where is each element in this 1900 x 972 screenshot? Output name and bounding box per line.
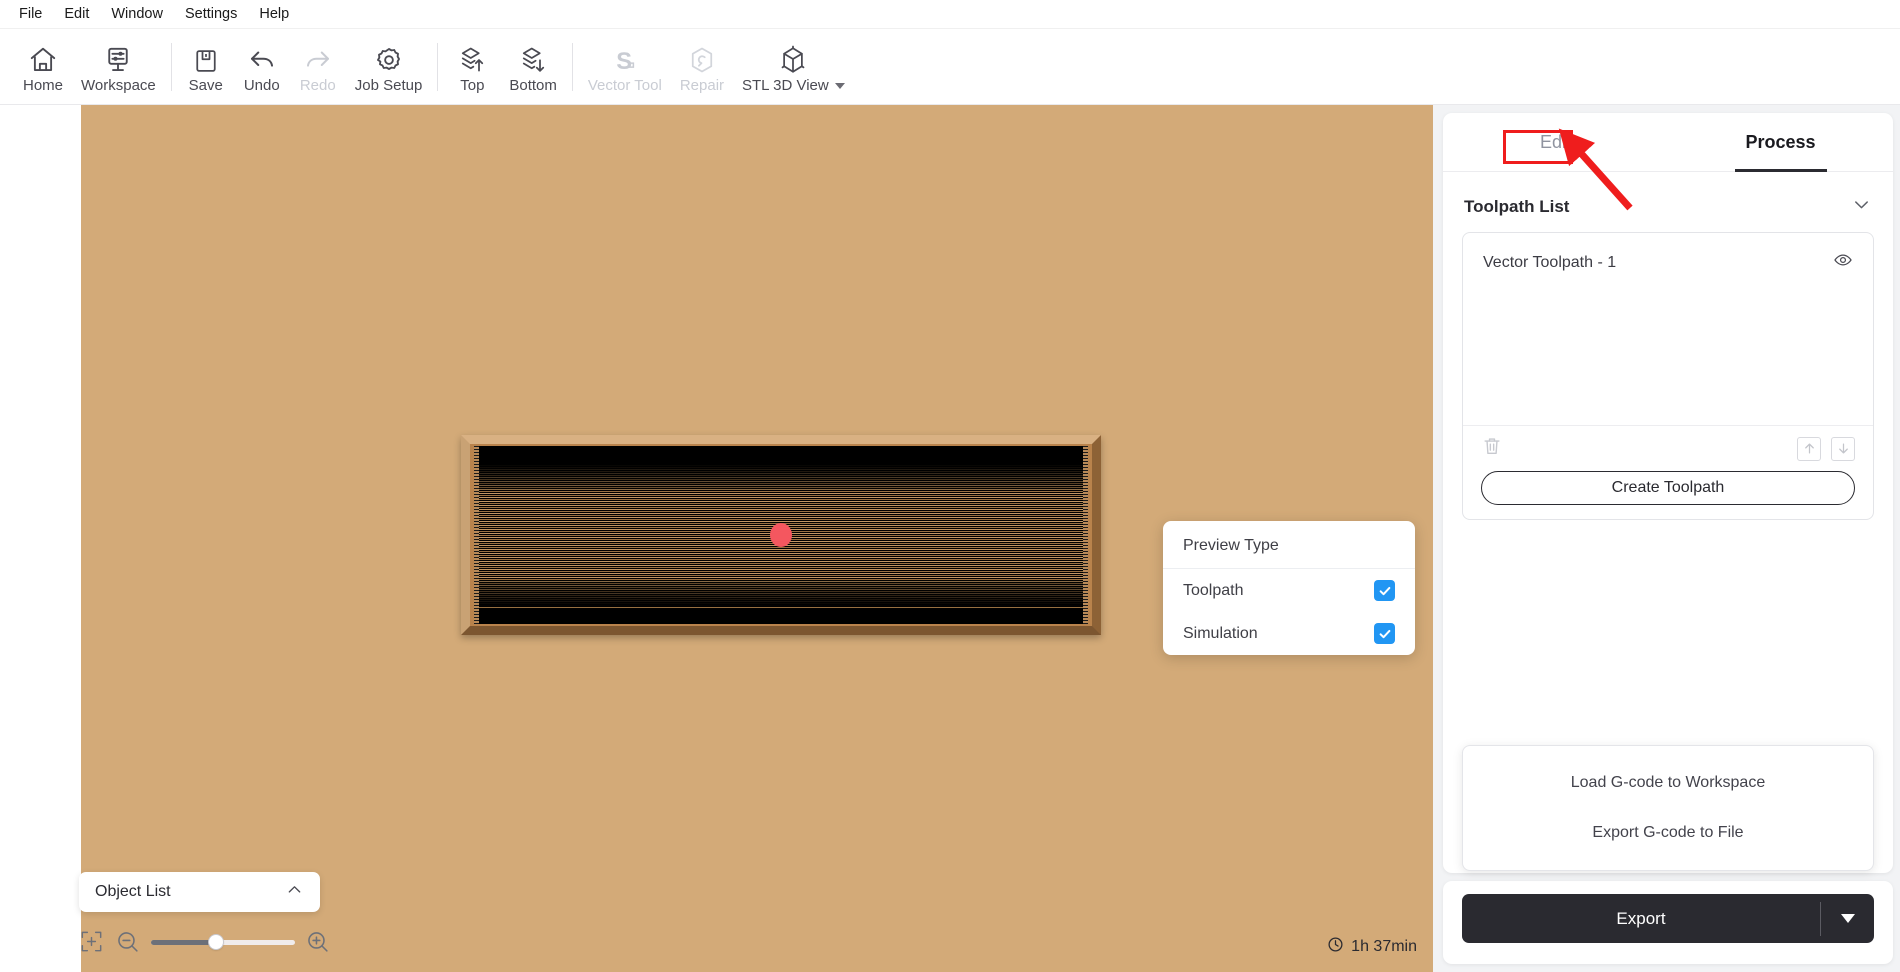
toolbar-bottom-label: Bottom: [509, 78, 557, 93]
application-window: File Edit Window Settings Help Home: [0, 0, 1900, 972]
undo-arrow-icon: [247, 41, 277, 75]
toolbar-bottom-button[interactable]: Bottom: [500, 34, 566, 100]
fit-to-screen-icon[interactable]: [79, 929, 105, 955]
eye-icon[interactable]: [1833, 250, 1853, 275]
arrow-up-icon[interactable]: [1797, 437, 1821, 461]
chevron-up-icon[interactable]: [285, 880, 304, 904]
toolbar-top-label: Top: [460, 78, 484, 93]
estimated-time-text: 1h 37min: [1351, 938, 1417, 956]
load-gcode-to-workspace-item[interactable]: Load G-code to Workspace: [1463, 758, 1873, 808]
toolbar-repair-button[interactable]: Repair: [671, 34, 733, 100]
home-icon: [28, 41, 58, 75]
toolbar-stl-3d-view-button[interactable]: STL 3D View: [733, 34, 854, 100]
gear-icon: [374, 41, 404, 75]
toolbar-redo-label: Redo: [300, 78, 336, 93]
workpiece-frame: [461, 435, 1101, 635]
zoom-out-icon[interactable]: [115, 929, 141, 955]
toolpath-actions: [1463, 425, 1873, 462]
toolbar-separator-3: [572, 43, 573, 91]
toolpath-items: Vector Toolpath - 1: [1463, 233, 1873, 425]
layers-down-icon: [518, 41, 548, 75]
estimated-time-badge: 1h 37min: [1327, 936, 1417, 958]
redo-arrow-icon: [303, 41, 333, 75]
toolbar-undo-label: Undo: [244, 78, 280, 93]
export-button[interactable]: Export: [1462, 894, 1874, 943]
trash-icon[interactable]: [1481, 435, 1503, 462]
chevron-down-icon[interactable]: [1851, 194, 1872, 220]
toolbar-stl-3d-view-label: STL 3D View: [742, 78, 845, 93]
zoom-slider-fill: [151, 940, 216, 945]
right-panel: Edit Process Toolpath List Vector Toolpa…: [1433, 105, 1900, 972]
toolbar-undo-button[interactable]: Undo: [234, 34, 290, 100]
workpiece-3d-preview[interactable]: [461, 435, 1101, 635]
preview-option-simulation-label: Simulation: [1183, 625, 1258, 643]
simulation-checkbox[interactable]: [1374, 623, 1395, 644]
export-gcode-to-file-item[interactable]: Export G-code to File: [1463, 808, 1873, 858]
toolbar-workspace-button[interactable]: Workspace: [72, 34, 165, 100]
toolpath-list-header[interactable]: Toolpath List: [1443, 172, 1893, 232]
toolbar-save-button[interactable]: Save: [178, 34, 234, 100]
export-button-label: Export: [1462, 909, 1820, 929]
export-card: Load G-code to Workspace Export G-code t…: [1443, 881, 1893, 964]
list-item[interactable]: Vector Toolpath - 1: [1463, 246, 1873, 279]
repair-wrench-icon: [687, 41, 717, 75]
toolpath-list-title: Toolpath List: [1464, 197, 1569, 217]
preview-option-toolpath-label: Toolpath: [1183, 582, 1244, 600]
object-list-label: Object List: [95, 883, 171, 901]
cube-3d-icon: [778, 41, 808, 75]
menu-edit[interactable]: Edit: [53, 4, 100, 25]
toolbar-job-setup-button[interactable]: Job Setup: [346, 34, 432, 100]
layers-up-icon: [457, 41, 487, 75]
menu-window[interactable]: Window: [100, 4, 174, 25]
preview-option-simulation[interactable]: Simulation: [1163, 612, 1415, 655]
toolbar-repair-label: Repair: [680, 78, 724, 93]
toolbar-redo-button[interactable]: Redo: [290, 34, 346, 100]
workspace-sliders-icon: [103, 41, 133, 75]
toolpath-list-box: Vector Toolpath - 1: [1462, 232, 1874, 520]
toolbar-home-label: Home: [23, 78, 63, 93]
toolbar-home-button[interactable]: Home: [14, 34, 72, 100]
clock-icon: [1327, 936, 1344, 958]
preview-type-title: Preview Type: [1163, 521, 1415, 569]
toolbar-workspace-label: Workspace: [81, 78, 156, 93]
create-toolpath-button[interactable]: Create Toolpath: [1481, 471, 1855, 505]
save-floppy-icon: [192, 41, 220, 75]
zoom-slider[interactable]: [151, 940, 295, 945]
panel-tabs: Edit Process: [1443, 113, 1893, 172]
toolpath-checkbox[interactable]: [1374, 580, 1395, 601]
toolpath-item-label: Vector Toolpath - 1: [1483, 254, 1616, 272]
preview-option-toolpath[interactable]: Toolpath: [1163, 569, 1415, 612]
tab-process[interactable]: Process: [1668, 113, 1893, 172]
menu-help[interactable]: Help: [248, 4, 300, 25]
object-list-panel[interactable]: Object List: [79, 872, 320, 912]
toolbar-top-button[interactable]: Top: [444, 34, 500, 100]
toolbar-vector-tool-button[interactable]: S Vector Tool: [579, 34, 671, 100]
viewport-canvas[interactable]: Preview Type Toolpath Simulation: [81, 105, 1433, 972]
toolbar-separator-1: [171, 43, 172, 91]
zoom-in-icon[interactable]: [305, 929, 331, 955]
menu-file[interactable]: File: [8, 4, 53, 25]
stl-3d-view-text: STL 3D View: [742, 77, 829, 94]
toolbar-separator-2: [437, 43, 438, 91]
menu-settings[interactable]: Settings: [174, 4, 248, 25]
svg-text:S: S: [616, 47, 632, 74]
zoom-slider-knob[interactable]: [209, 935, 223, 949]
toolbar-job-setup-label: Job Setup: [355, 78, 423, 93]
chevron-down-icon[interactable]: [835, 83, 845, 89]
preview-type-panel: Preview Type Toolpath Simulation: [1163, 521, 1415, 655]
gcode-dropdown-menu: Load G-code to Workspace Export G-code t…: [1462, 745, 1874, 871]
zoom-controls: [79, 925, 331, 959]
toolbar-vector-tool-label: Vector Tool: [588, 78, 662, 93]
tab-edit[interactable]: Edit: [1443, 113, 1668, 172]
vector-s-icon: S: [610, 41, 640, 75]
main-toolbar: Home Workspace Save: [0, 29, 1900, 105]
left-sidebar-rail: [0, 105, 81, 972]
toolbar-save-label: Save: [189, 78, 223, 93]
caret-down-icon[interactable]: [1821, 914, 1874, 923]
arrow-down-icon[interactable]: [1831, 437, 1855, 461]
menu-bar: File Edit Window Settings Help: [0, 0, 1900, 29]
